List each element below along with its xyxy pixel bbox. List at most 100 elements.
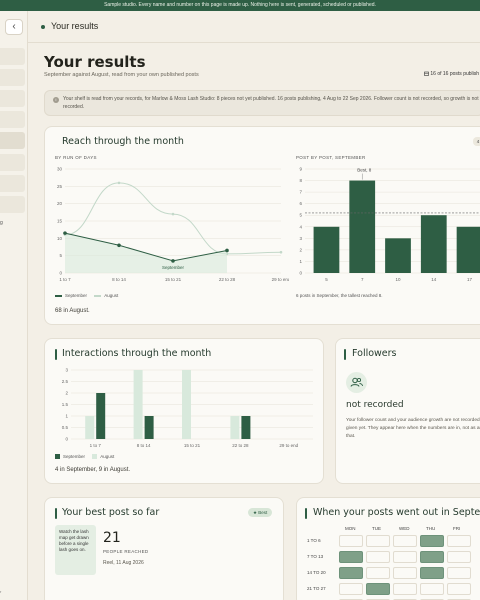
- calendar-cell[interactable]: [393, 567, 417, 579]
- best-post-card: Your best post so far ★ Best Watch the l…: [44, 497, 284, 600]
- calendar-cell[interactable]: [339, 535, 363, 547]
- data-point-august: [279, 250, 283, 254]
- interactions-bar-chart: 0 0.5 1 1.5 2 2.5 3 1 to 7 8 to 14 15 to 21 22 to …: [62, 368, 313, 448]
- records-notice: i Your shelf is read from your records, …: [44, 90, 480, 116]
- y-tick-label: 10: [57, 236, 63, 241]
- calendar-cell[interactable]: [366, 535, 390, 547]
- posts-published-chip[interactable]: 16 of 16 posts publish: [420, 69, 480, 80]
- best-post-value: 21: [103, 530, 121, 546]
- y-tick-label: 2: [65, 391, 68, 396]
- page-title: Your results: [44, 53, 146, 71]
- calendar-cell[interactable]: [366, 551, 390, 563]
- bar-august: [230, 416, 240, 439]
- x-tick-label: 10: [395, 277, 401, 282]
- legend-september: September: [63, 454, 86, 459]
- x-tick-label: 5: [325, 277, 328, 282]
- best-badge: ★ Best: [248, 508, 273, 517]
- calendar-day-header: WED: [399, 526, 410, 531]
- x-tick-label: 8 to 14: [137, 443, 151, 448]
- calendar-cell[interactable]: [447, 551, 471, 563]
- data-point-september: [225, 248, 229, 253]
- y-tick-label: 25: [57, 184, 63, 189]
- calendar-cell-posted[interactable]: [420, 535, 444, 547]
- x-tick-label: 22 to 28: [232, 443, 249, 448]
- reach-corner-button[interactable]: 4: [473, 137, 480, 146]
- best-post-value-label: PEOPLE REACHED: [103, 549, 149, 554]
- calendar-cell-posted[interactable]: [366, 583, 390, 595]
- interactions-summary: 4 in September, 9 in August.: [55, 467, 131, 473]
- sidebar-item-active[interactable]: [0, 132, 25, 149]
- y-tick-label: 7: [299, 190, 302, 195]
- reach-summary: 68 in August.: [55, 308, 90, 314]
- y-tick-label: 2: [299, 247, 302, 252]
- calendar-day-header: MON: [345, 526, 356, 531]
- users-icon: [346, 372, 367, 393]
- interactions-card: Interactions through the month 0 0.5 1 1.5 2…: [44, 338, 324, 484]
- best-post-thumbnail-text: Watch the lash map get drawn before a si…: [59, 529, 89, 552]
- x-tick-label: 1 to 7: [90, 443, 102, 448]
- calendar-cell-posted[interactable]: [339, 567, 363, 579]
- best-post-thumbnail[interactable]: Watch the lash map get drawn before a si…: [55, 525, 96, 575]
- top-bar-title: Your results: [51, 21, 99, 31]
- x-tick-label: 1 to 7: [59, 277, 71, 282]
- y-tick-label: 5: [59, 253, 62, 258]
- sidebar-item[interactable]: [0, 111, 25, 128]
- y-tick-label: 30: [57, 167, 63, 172]
- legend-august-swatch: [92, 454, 98, 460]
- x-tick-label: 29 to end: [279, 443, 298, 448]
- x-tick-label: 15 to 21: [165, 277, 182, 282]
- calendar-cell[interactable]: [447, 567, 471, 579]
- title-accent-bar: [55, 349, 57, 360]
- title-accent-bar: [344, 349, 346, 360]
- bar-august: [85, 416, 95, 439]
- calendar-cell[interactable]: [393, 583, 417, 595]
- data-point-september: [63, 231, 67, 235]
- reach-title: Reach through the month: [62, 136, 184, 147]
- calendar-cell-posted[interactable]: [339, 551, 363, 563]
- x-tick-label: 17: [467, 277, 473, 282]
- bar: [420, 215, 447, 273]
- sample-banner: Sample studio. Every name and number on …: [0, 0, 480, 11]
- sidebar-item[interactable]: [0, 154, 25, 171]
- calendar-cell[interactable]: [393, 551, 417, 563]
- calendar-week-label: 14 TO 20: [307, 570, 326, 575]
- collapse-sidebar-button[interactable]: ‹: [5, 19, 23, 35]
- sidebar-item[interactable]: [0, 90, 25, 107]
- calendar-cell[interactable]: [393, 535, 417, 547]
- y-tick-label: 5: [299, 213, 302, 218]
- followers-body: Your follower count and your audience gr…: [346, 418, 480, 439]
- calendar-cell[interactable]: [366, 567, 390, 579]
- sidebar-partial-label: g: [0, 220, 3, 226]
- calendar-cell[interactable]: [447, 583, 471, 595]
- sidebar-item[interactable]: [0, 48, 25, 65]
- title-accent-bar: [305, 508, 307, 519]
- by-run-label: BY RUN OF DAYS: [55, 155, 97, 160]
- bar: [385, 238, 411, 273]
- posts-chip-label: 16 of 16 posts publish: [430, 71, 480, 77]
- sidebar-item[interactable]: [0, 196, 25, 213]
- y-tick-label: 15: [57, 219, 63, 224]
- y-tick-label: 1.5: [62, 402, 69, 407]
- sidebar: ‹ g r: [0, 11, 28, 600]
- sidebar-item[interactable]: [0, 175, 25, 192]
- bar-august: [133, 370, 143, 439]
- calendar-cell[interactable]: [339, 583, 363, 595]
- legend-september-swatch: [55, 454, 60, 460]
- y-tick-label: 9: [299, 167, 302, 172]
- calendar-cell-posted[interactable]: [420, 551, 444, 563]
- y-tick-label: 0.5: [62, 425, 69, 430]
- calendar-cell[interactable]: [420, 583, 444, 595]
- data-point-september: [117, 243, 121, 248]
- calendar-icon: [424, 71, 429, 76]
- title-accent-bar: [55, 508, 57, 519]
- y-tick-label: 0: [299, 271, 302, 276]
- best-post-title: Your best post so far: [62, 507, 160, 518]
- calendar-cell[interactable]: [447, 535, 471, 547]
- best-bar-label: Best, 8: [357, 168, 372, 173]
- legend-august: August: [104, 293, 119, 298]
- sidebar-item[interactable]: [0, 69, 25, 86]
- calendar-day-header: TUE: [372, 526, 381, 531]
- bar-september: [144, 416, 154, 439]
- calendar-cell-posted[interactable]: [420, 567, 444, 579]
- x-tick-label: 14: [431, 277, 437, 282]
